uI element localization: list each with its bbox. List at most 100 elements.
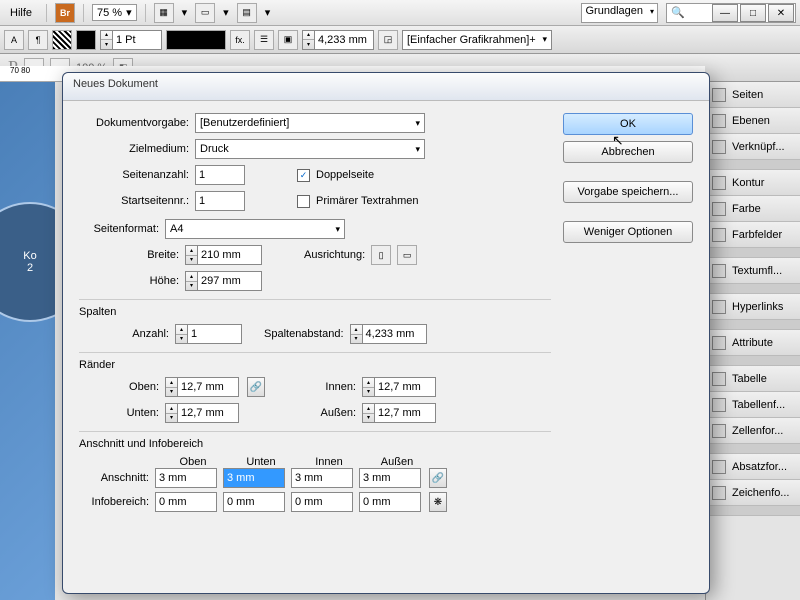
bleed-inside[interactable]: 3 mm (291, 468, 353, 488)
cols-gutter-input[interactable]: ▴▾4,233 mm (350, 324, 427, 344)
new-document-dialog: Neues Dokument Dokumentvorgabe: [Benutzer… (62, 72, 710, 594)
cols-count-input[interactable]: ▴▾1 (175, 324, 242, 344)
ok-button[interactable]: OK (563, 113, 693, 135)
hdr-top: Oben (159, 456, 227, 468)
window-controls: — □ ✕ (710, 4, 794, 22)
panel-tab[interactable]: Kontur (706, 170, 800, 196)
stroke-style[interactable] (166, 30, 226, 50)
control-bar: A ¶ ▴▾1 Pt fx. ☰ ▣ ▴▾4,233 mm ◲ [Einfach… (0, 26, 800, 54)
size-dropdown[interactable]: A4 (165, 219, 345, 239)
panel-tab[interactable]: Tabellenf... (706, 392, 800, 418)
m-top-input[interactable]: ▴▾12,7 mm (165, 377, 239, 397)
panel-icon (712, 264, 726, 278)
panel-tab[interactable]: Ebenen (706, 108, 800, 134)
bridge-icon[interactable]: Br (55, 3, 75, 23)
panel-icon (712, 424, 726, 438)
char-icon[interactable]: A (4, 30, 24, 50)
primary-frame-checkbox[interactable] (297, 195, 310, 208)
document-canvas: Ko2 (0, 82, 55, 600)
panel-icon (712, 460, 726, 474)
para-icon[interactable]: ¶ (28, 30, 48, 50)
slug-top[interactable]: 0 mm (155, 492, 217, 512)
preset-dropdown[interactable]: [Benutzerdefiniert] (195, 113, 425, 133)
panel-label: Tabelle (732, 373, 767, 385)
bleed-outside[interactable]: 3 mm (359, 468, 421, 488)
panel-icon (712, 88, 726, 102)
hdr-outside: Außen (363, 456, 431, 468)
panel-icon (712, 486, 726, 500)
menu-help[interactable]: Hilfe (4, 5, 38, 21)
panel-tab[interactable]: Farbfelder (706, 222, 800, 248)
panel-tab[interactable]: Textumfl... (706, 258, 800, 284)
panel-label: Ebenen (732, 115, 770, 127)
screen-mode-icon[interactable]: ▭ (195, 3, 215, 23)
corner-icon[interactable]: ◲ (378, 30, 398, 50)
pages-input[interactable]: 1 (195, 165, 245, 185)
fill-swatch[interactable] (52, 30, 72, 50)
margins-link-icon[interactable]: 🔗 (247, 377, 265, 397)
bleed-bottom[interactable]: 3 mm (223, 468, 285, 488)
panel-icon (712, 398, 726, 412)
slug-outside[interactable]: 0 mm (359, 492, 421, 512)
panel-label: Hyperlinks (732, 301, 783, 313)
panel-tab[interactable]: Absatzfor... (706, 454, 800, 480)
start-input[interactable]: 1 (195, 191, 245, 211)
wrap-icon[interactable]: ▣ (278, 30, 298, 50)
measure-field[interactable]: ▴▾4,233 mm (302, 30, 374, 50)
object-style-dropdown[interactable]: [Einfacher Grafikrahmen]+ (402, 30, 552, 50)
maximize-button[interactable]: □ (740, 4, 766, 22)
m-bottom-input[interactable]: ▴▾12,7 mm (165, 403, 239, 423)
panel-label: Absatzfor... (732, 461, 787, 473)
minimize-button[interactable]: — (712, 4, 738, 22)
height-label: Höhe: (79, 275, 179, 287)
bleed-link-icon[interactable]: 🔗 (429, 468, 447, 488)
bleed-top[interactable]: 3 mm (155, 468, 217, 488)
landscape-icon[interactable]: ▭ (397, 245, 417, 265)
height-input[interactable]: ▴▾297 mm (185, 271, 262, 291)
panel-icon (712, 202, 726, 216)
panel-tab[interactable]: Verknüpf... (706, 134, 800, 160)
slug-inside[interactable]: 0 mm (291, 492, 353, 512)
hdr-inside: Innen (295, 456, 363, 468)
width-input[interactable]: ▴▾210 mm (185, 245, 262, 265)
panel-tab[interactable]: Zeichenfo... (706, 480, 800, 506)
view-mode-icon[interactable]: ▦ (154, 3, 174, 23)
zoom-dropdown[interactable]: 75 %▾ (92, 4, 137, 21)
slug-bottom[interactable]: 0 mm (223, 492, 285, 512)
panel-tab[interactable]: Farbe (706, 196, 800, 222)
panel-label: Attribute (732, 337, 773, 349)
panel-label: Verknüpf... (732, 141, 785, 153)
align-icon[interactable]: ☰ (254, 30, 274, 50)
panel-tab[interactable]: Seiten (706, 82, 800, 108)
portrait-icon[interactable]: ▯ (371, 245, 391, 265)
panel-tab[interactable]: Zellenfor... (706, 418, 800, 444)
pages-label: Seitenanzahl: (79, 169, 189, 181)
close-button[interactable]: ✕ (768, 4, 794, 22)
panel-tab[interactable]: Attribute (706, 330, 800, 356)
stroke-swatch[interactable] (76, 30, 96, 50)
cancel-button[interactable]: Abbrechen (563, 141, 693, 163)
size-label: Seitenformat: (79, 223, 159, 235)
stroke-weight[interactable]: ▴▾1 Pt (100, 30, 162, 50)
panel-label: Tabellenf... (732, 399, 785, 411)
intent-dropdown[interactable]: Druck (195, 139, 425, 159)
panel-icon (712, 228, 726, 242)
fewer-options-button[interactable]: Weniger Optionen (563, 221, 693, 243)
facing-checkbox[interactable]: ✓ (297, 169, 310, 182)
menubar: Hilfe Br 75 %▾ ▦▾ ▭▾ ▤▾ Grundlagen 🔍 (0, 0, 800, 26)
fx-icon[interactable]: fx. (230, 30, 250, 50)
arrange-icon[interactable]: ▤ (237, 3, 257, 23)
slug-link-icon[interactable]: ❋ (429, 492, 447, 512)
preset-label: Dokumentvorgabe: (79, 117, 189, 129)
m-inside-input[interactable]: ▴▾12,7 mm (362, 377, 436, 397)
panel-tab[interactable]: Tabelle (706, 366, 800, 392)
save-preset-button[interactable]: Vorgabe speichern... (563, 181, 693, 203)
cols-count-label: Anzahl: (79, 328, 169, 340)
hdr-bottom: Unten (227, 456, 295, 468)
dialog-title: Neues Dokument (63, 73, 709, 101)
panel-tab[interactable]: Hyperlinks (706, 294, 800, 320)
bleed-section: Anschnitt und Infobereich (79, 431, 551, 450)
workspace-dropdown[interactable]: Grundlagen (581, 3, 659, 23)
m-outside-input[interactable]: ▴▾12,7 mm (362, 403, 436, 423)
panel-label: Farbfelder (732, 229, 782, 241)
